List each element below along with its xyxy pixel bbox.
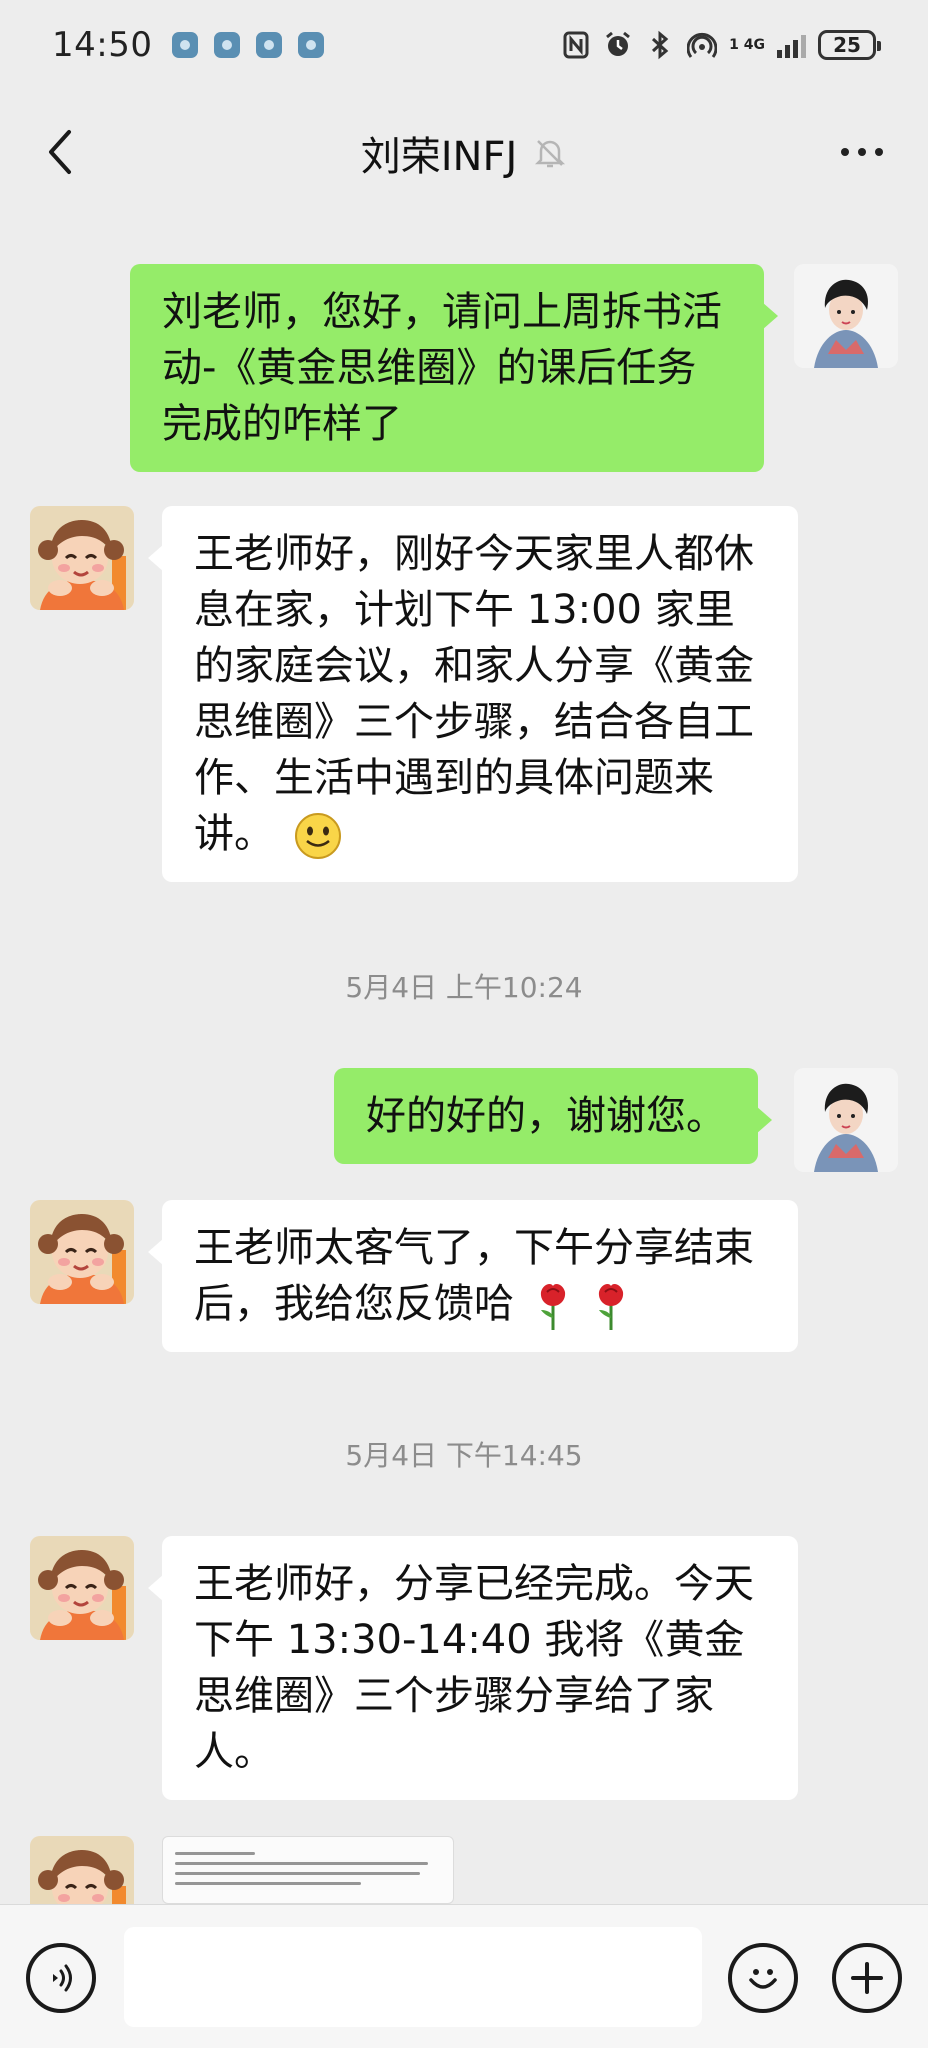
app-notification-icon (214, 32, 241, 58)
app-notification-icon (256, 32, 283, 58)
dot (841, 148, 849, 156)
handwriting-line (175, 1872, 420, 1875)
my-avatar[interactable] (794, 1068, 898, 1172)
contact-avatar[interactable] (30, 1836, 134, 1904)
nfc-icon (561, 30, 591, 60)
more-options-button[interactable] (834, 130, 890, 174)
contact-avatar[interactable] (30, 1200, 134, 1304)
handwriting-line (175, 1862, 428, 1865)
message-bubble-sent[interactable]: 好的好的，谢谢您。 (334, 1068, 772, 1164)
message-text: 王老师太客气了，下午分享结束后，我给您反馈哈 (194, 1225, 754, 1327)
message-bubble-received[interactable]: 王老师太客气了，下午分享结束后，我给您反馈哈 (148, 1200, 798, 1352)
chat-header: 刘荣INFJ (0, 100, 928, 205)
network-type: 1 4G (729, 38, 765, 52)
chevron-left-icon (49, 130, 71, 174)
contact-avatar[interactable] (30, 1536, 134, 1640)
dot (875, 148, 883, 156)
message-text: 刘老师，您好，请问上周拆书活动-《黄金思维圈》的课后任务完成的咋样了 (162, 289, 722, 447)
handwriting-line (175, 1882, 362, 1885)
message-bubble-received[interactable]: 王老师好，分享已经完成。今天下午 13:30-14:40 我将《黄金思维圈》三个… (148, 1536, 798, 1800)
cartoon-girl-portrait-icon (30, 1836, 134, 1904)
voice-input-button[interactable] (26, 1943, 96, 2013)
mute-bell-icon (535, 139, 566, 167)
app-notification-icon (172, 32, 199, 58)
alarm-icon (603, 30, 633, 60)
message-bubble-received[interactable]: 王老师好，刚好今天家里人都休息在家，计划下午 13:00 家里的家庭会议，和家人… (148, 506, 798, 882)
message-text: 王老师好，刚好今天家里人都休息在家，计划下午 13:00 家里的家庭会议，和家人… (194, 531, 754, 857)
hotspot-icon (687, 30, 718, 60)
dot (858, 148, 866, 156)
status-bar: 14:50 1 4G 25 (0, 0, 928, 90)
voice-waves-icon (53, 1964, 72, 1992)
woman-portrait-icon (794, 1068, 898, 1172)
plus-icon (851, 1962, 883, 1994)
message-bubble-sent[interactable]: 刘老师，您好，请问上周拆书活动-《黄金思维圈》的课后任务完成的咋样了 (130, 264, 778, 472)
contact-avatar[interactable] (30, 506, 134, 610)
back-button[interactable] (30, 122, 90, 182)
rose-icon (599, 1284, 624, 1330)
rose-icon (540, 1284, 565, 1330)
message-text-input[interactable] (124, 1927, 702, 2027)
system-status-icons: 1 4G 25 (561, 30, 881, 60)
signal-sim-label: 1 (729, 37, 739, 53)
message-text: 王老师好，分享已经完成。今天下午 13:30-14:40 我将《黄金思维圈》三个… (194, 1561, 754, 1775)
message-timestamp: 5月4日 上午10:24 (345, 971, 583, 1004)
chat-title[interactable]: 刘荣INFJ (361, 124, 518, 182)
woman-portrait-icon (794, 264, 898, 368)
image-message-thumbnail[interactable] (162, 1836, 454, 1904)
app-notification-icon (298, 32, 325, 58)
message-timestamp: 5月4日 下午14:45 (345, 1439, 583, 1472)
notification-icons (172, 32, 325, 58)
battery-icon: 25 (818, 30, 881, 60)
cartoon-girl-portrait-icon (30, 506, 134, 610)
slightly-smiling-face-icon (294, 813, 341, 859)
status-time: 14:50 (52, 25, 153, 65)
cartoon-girl-portrait-icon (30, 1536, 134, 1640)
network-label: 4G (743, 37, 765, 53)
battery-level: 25 (833, 33, 861, 57)
handwriting-line (175, 1852, 255, 1855)
my-avatar[interactable] (794, 264, 898, 368)
bluetooth-icon (645, 30, 675, 60)
message-input-bar (0, 1904, 928, 2048)
emoji-button[interactable] (728, 1943, 798, 2013)
cartoon-girl-portrait-icon (30, 1200, 134, 1304)
smiley-face-icon (749, 1969, 777, 1989)
signal-strength-icon (777, 32, 806, 58)
more-attachments-button[interactable] (832, 1943, 902, 2013)
message-text: 好的好的，谢谢您。 (366, 1093, 726, 1139)
